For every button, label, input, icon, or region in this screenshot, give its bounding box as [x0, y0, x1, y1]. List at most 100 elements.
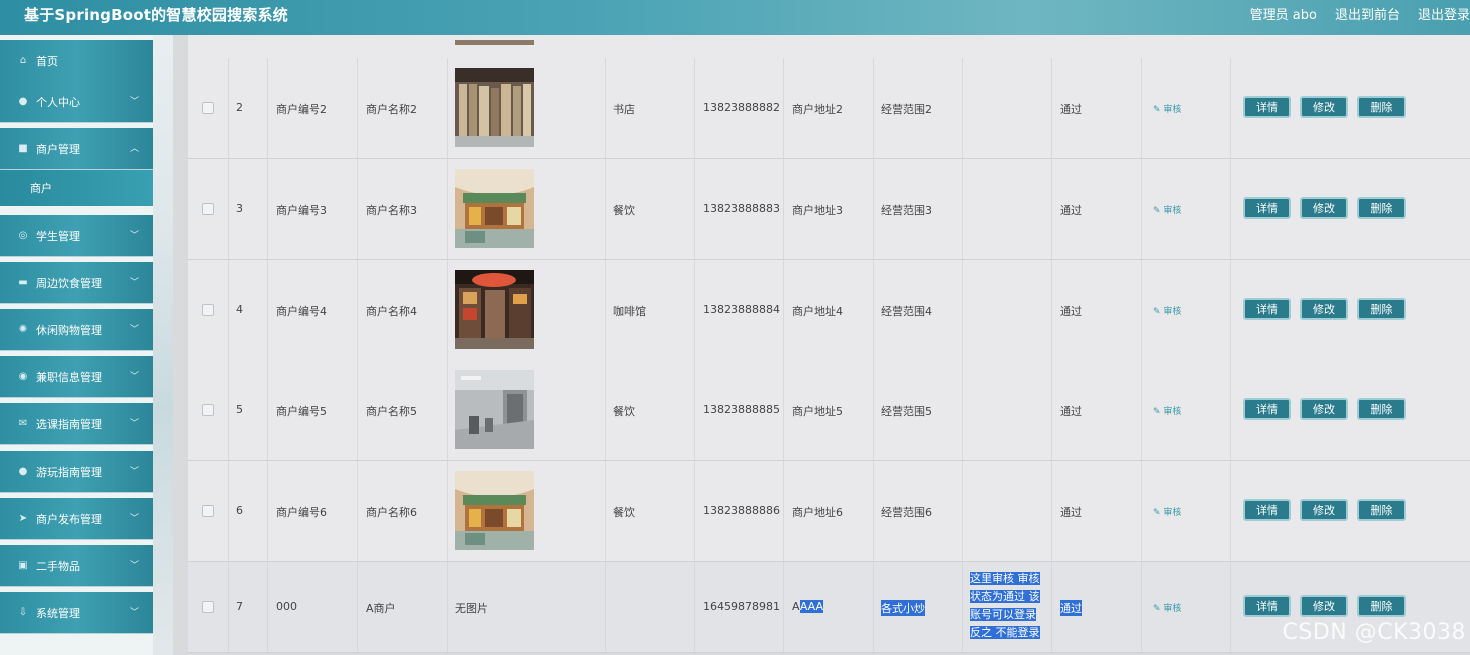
detail-button[interactable]: 详情 — [1243, 398, 1291, 420]
column-divider — [605, 58, 606, 158]
merchant-type: 书店 — [613, 103, 635, 116]
row-checkbox[interactable] — [202, 203, 214, 215]
merchant-scope: 各式小炒 — [881, 600, 925, 616]
sidebar-item-student[interactable]: ◎ 学生管理 ﹀ — [0, 215, 153, 257]
audit-label: 审核 — [1163, 307, 1182, 317]
row-checkbox[interactable] — [202, 505, 214, 517]
sidebar-item-travel[interactable]: ● 游玩指南管理 ﹀ — [0, 451, 153, 493]
merchant-code: 商户编号2 — [276, 103, 327, 116]
audit-reply-line: 状态为通过 该 — [970, 590, 1040, 603]
app-title: 基于SpringBoot的智慧校园搜索系统 — [24, 6, 288, 24]
audit-link[interactable]: ✎ 审核 — [1153, 102, 1181, 115]
merchant-type: 餐饮 — [613, 405, 635, 418]
column-divider — [873, 159, 874, 259]
chevron-down-icon: ﹀ — [129, 608, 139, 618]
sidebar-item-food[interactable]: ▬ 周边饮食管理 ﹀ — [0, 262, 153, 304]
column-divider — [873, 260, 874, 360]
chevron-down-icon: ﹀ — [129, 467, 139, 477]
row-checkbox[interactable] — [202, 304, 214, 316]
column-divider — [1141, 461, 1142, 561]
delete-button[interactable]: 删除 — [1357, 398, 1406, 420]
sidebar-item-system[interactable]: ⇩ 系统管理 ﹀ — [0, 592, 153, 634]
sidebar-item-home[interactable]: ⌂ 首页 — [0, 40, 153, 82]
shopping-icon: ✺ — [18, 324, 28, 335]
merchant-type: 餐饮 — [613, 506, 635, 519]
merchant-scope: 经营范围2 — [881, 103, 932, 116]
column-divider — [1051, 461, 1052, 561]
edit-pen-icon: ✎ — [1153, 105, 1164, 115]
column-divider — [783, 360, 784, 460]
column-divider — [228, 461, 229, 561]
secondhand-icon: ▣ — [18, 560, 28, 571]
delete-button[interactable]: 删除 — [1357, 499, 1406, 521]
audit-link[interactable]: ✎ 审核 — [1153, 505, 1181, 518]
sidebar-item-course[interactable]: ✉ 选课指南管理 ﹀ — [0, 403, 153, 445]
detail-button[interactable]: 详情 — [1243, 499, 1291, 521]
detail-button[interactable]: 详情 — [1243, 595, 1291, 617]
column-divider — [228, 159, 229, 259]
column-divider — [357, 58, 358, 158]
delete-button[interactable]: 删除 — [1357, 595, 1406, 617]
column-divider — [228, 562, 229, 652]
edit-button[interactable]: 修改 — [1300, 398, 1348, 420]
column-divider — [357, 360, 358, 460]
delete-button[interactable]: 删除 — [1357, 197, 1406, 219]
merchant-name: 商户名称4 — [366, 305, 417, 318]
merchant-image — [455, 270, 534, 349]
top-bar: 基于SpringBoot的智慧校园搜索系统 管理员 abo 退出到前台 退出登录 — [0, 0, 1470, 35]
column-divider — [447, 260, 448, 360]
column-divider — [694, 562, 695, 652]
delete-button[interactable]: 删除 — [1357, 96, 1406, 118]
edit-pen-icon: ✎ — [1153, 307, 1164, 317]
merchant-phone: 13823888883 — [703, 202, 780, 215]
course-icon: ✉ — [18, 418, 28, 429]
food-icon: ▬ — [18, 277, 28, 288]
delete-button[interactable]: 删除 — [1357, 298, 1406, 320]
detail-button[interactable]: 详情 — [1243, 298, 1291, 320]
row-checkbox[interactable] — [202, 404, 214, 416]
sidebar-item-merchant[interactable]: ■ 商户管理 ︿ — [0, 128, 153, 170]
edit-button[interactable]: 修改 — [1300, 499, 1348, 521]
sidebar-item-secondhand[interactable]: ▣ 二手物品 ﹀ — [0, 545, 153, 587]
merchant-scope: 经营范围6 — [881, 506, 932, 519]
column-divider — [694, 461, 695, 561]
row-checkbox[interactable] — [202, 601, 214, 613]
column-divider — [694, 159, 695, 259]
sidebar-subitem-merchant[interactable]: 商户 — [0, 170, 153, 206]
row-checkbox[interactable] — [202, 102, 214, 114]
system-icon: ⇩ — [18, 607, 28, 618]
edit-button[interactable]: 修改 — [1300, 197, 1348, 219]
table-row: 5 商户编号5 商户名称5 餐饮 13823888885 商户地址5 经营范围5 通过 ✎ 审核… — [188, 360, 1470, 461]
audit-link[interactable]: ✎ 审核 — [1153, 304, 1181, 317]
edit-button[interactable]: 修改 — [1300, 96, 1348, 118]
audit-link[interactable]: ✎ 审核 — [1153, 404, 1181, 417]
table-row: 4 商户编号4 商户名称4 咖啡馆 13823888884 商户地址4 经营范围4 通过 ✎ 审… — [188, 260, 1470, 361]
detail-button[interactable]: 详情 — [1243, 96, 1291, 118]
detail-button[interactable]: 详情 — [1243, 197, 1291, 219]
sidebar-item-profile[interactable]: ● 个人中心 ﹀ — [0, 81, 153, 123]
sidebar-item-publish[interactable]: ➤ 商户发布管理 ﹀ — [0, 498, 153, 540]
audit-link[interactable]: ✎ 审核 — [1153, 203, 1181, 216]
chevron-down-icon: ﹀ — [129, 514, 139, 524]
edit-button[interactable]: 修改 — [1300, 298, 1348, 320]
column-divider — [873, 360, 874, 460]
column-divider — [267, 260, 268, 360]
sidebar-item-job[interactable]: ◉ 兼职信息管理 ﹀ — [0, 356, 153, 398]
edit-pen-icon: ✎ — [1153, 508, 1164, 518]
column-divider — [605, 360, 606, 460]
column-divider — [873, 562, 874, 652]
back-to-front-link[interactable]: 退出到前台 — [1335, 4, 1400, 23]
audit-link[interactable]: ✎ 审核 — [1153, 601, 1181, 614]
column-divider — [447, 461, 448, 561]
chevron-down-icon: ﹀ — [129, 419, 139, 429]
merchant-address: 商户地址5 — [792, 405, 843, 418]
logout-link[interactable]: 退出登录 — [1418, 4, 1470, 23]
chevron-down-icon: ﹀ — [129, 231, 139, 241]
edit-button[interactable]: 修改 — [1300, 595, 1348, 617]
column-divider — [962, 260, 963, 360]
column-divider — [1230, 360, 1231, 460]
sidebar-item-shopping[interactable]: ✺ 休闲购物管理 ﹀ — [0, 309, 153, 351]
column-divider — [1141, 260, 1142, 360]
column-divider — [694, 360, 695, 460]
column-divider — [1230, 562, 1231, 652]
